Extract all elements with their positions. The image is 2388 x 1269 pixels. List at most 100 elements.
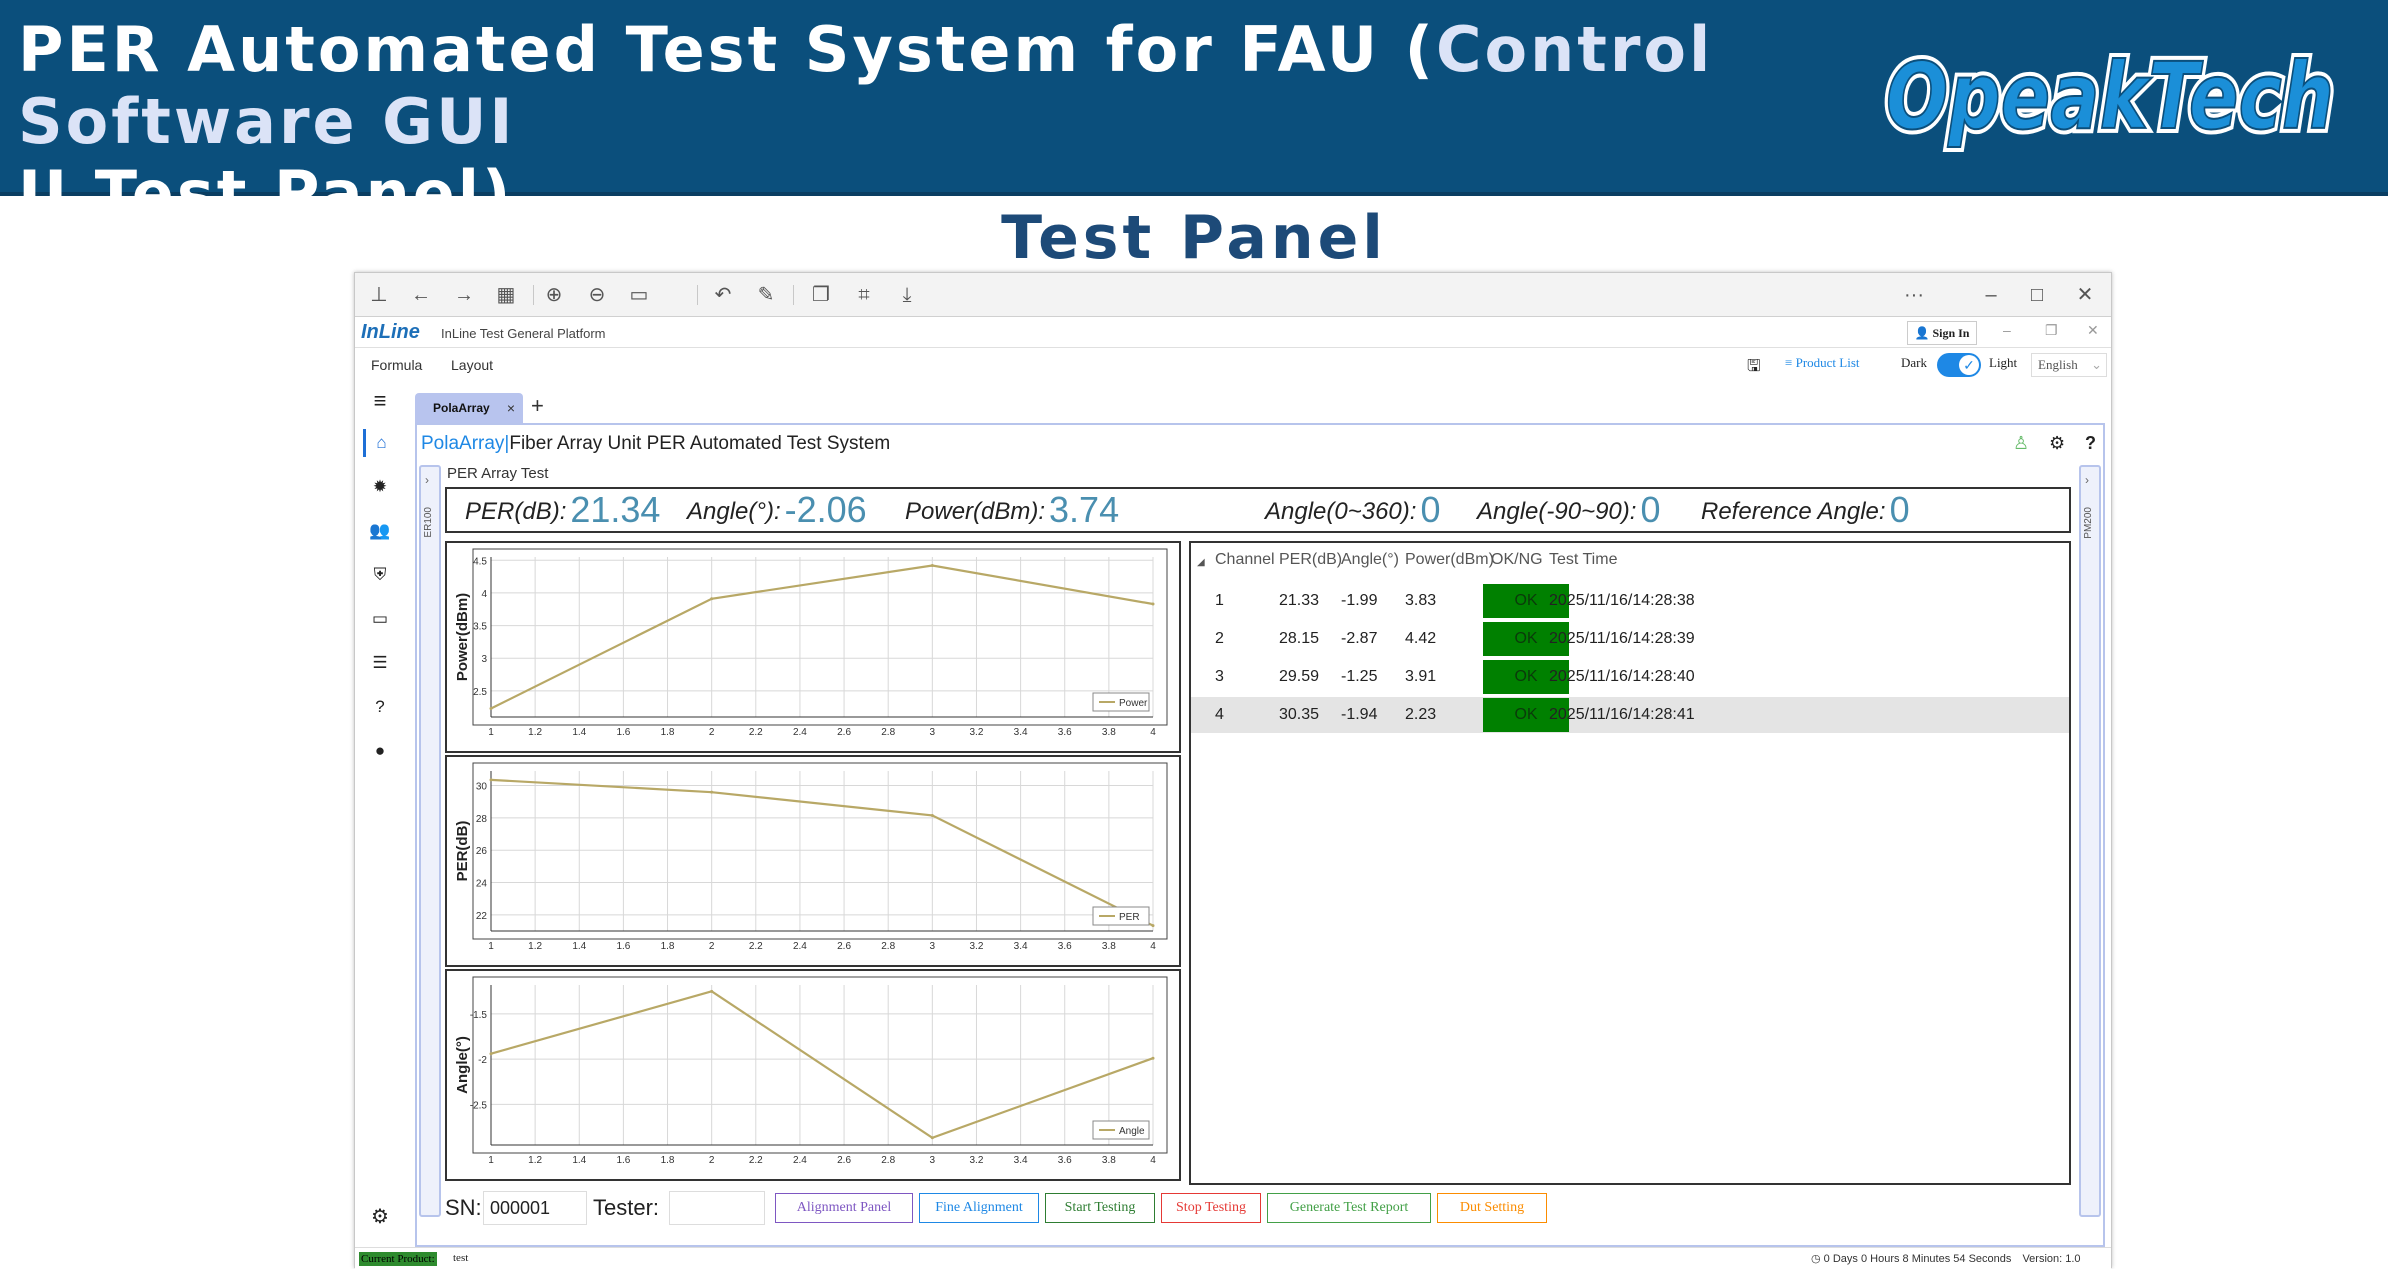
- devices-icon[interactable]: ▭: [363, 605, 397, 633]
- y-tick-label: 4: [481, 589, 487, 600]
- save-icon[interactable]: ⤓: [893, 281, 921, 309]
- crop-icon[interactable]: ⌗: [850, 281, 878, 309]
- cell-time: 2025/11/16/14:28:40: [1549, 668, 1695, 685]
- forward-icon[interactable]: →: [450, 281, 478, 309]
- grid-icon[interactable]: ▦: [492, 281, 520, 309]
- hamburger-icon[interactable]: ≡: [363, 387, 397, 415]
- left-instrument-rail[interactable]: › ER100: [419, 465, 441, 1217]
- stop-testing-button[interactable]: Stop Testing: [1161, 1193, 1261, 1223]
- cell-channel: 4: [1215, 706, 1224, 723]
- more-icon[interactable]: ···: [1900, 281, 1928, 309]
- maximize-icon[interactable]: □: [2023, 281, 2051, 309]
- settings-icon[interactable]: ⚙: [363, 1203, 397, 1231]
- tab-polaarray[interactable]: PolaArray ×: [415, 393, 523, 423]
- x-tick-label: 1.2: [528, 941, 542, 952]
- sn-input[interactable]: [483, 1191, 587, 1225]
- column-header[interactable]: Channel: [1215, 551, 1275, 569]
- menu-formula[interactable]: Formula: [371, 357, 422, 373]
- database-icon[interactable]: ☰: [363, 649, 397, 677]
- pin-icon[interactable]: ⊥: [365, 281, 393, 309]
- edit-icon[interactable]: ✎: [752, 281, 780, 309]
- gear-icon[interactable]: ⚙: [2049, 433, 2065, 454]
- column-header[interactable]: Angle(°): [1341, 551, 1399, 569]
- generate-report-button[interactable]: Generate Test Report: [1267, 1193, 1431, 1223]
- readout-value: 0: [1640, 489, 1661, 530]
- save-file-icon[interactable]: 🖫: [1747, 355, 1761, 382]
- table-row[interactable]: 1 21.33 -1.99 3.83 OK 2025/11/16/14:28:3…: [1191, 583, 2069, 619]
- app-restore-icon[interactable]: ❐: [2045, 322, 2058, 339]
- rotate-icon[interactable]: ↶: [709, 281, 737, 309]
- column-header[interactable]: Test Time: [1549, 551, 1617, 569]
- zoom-out-icon[interactable]: ⊖: [583, 281, 611, 309]
- users-icon[interactable]: 👥: [363, 517, 397, 545]
- product-list-button[interactable]: ≡ Product List: [1785, 355, 1860, 371]
- toolbar-separator: [533, 285, 534, 305]
- y-tick-label: 28: [476, 814, 488, 825]
- add-tab-button[interactable]: +: [531, 393, 544, 419]
- sort-icon[interactable]: ◢: [1197, 557, 1205, 568]
- close-icon[interactable]: ✕: [2071, 281, 2099, 309]
- shield-icon[interactable]: ⛨: [363, 561, 397, 589]
- uptime: ◷ 0 Days 0 Hours 8 Minutes 54 Seconds Ve…: [1811, 1252, 2081, 1265]
- table-row[interactable]: 3 29.59 -1.25 3.91 OK 2025/11/16/14:28:4…: [1191, 659, 2069, 695]
- question-icon[interactable]: ?: [2085, 433, 2096, 454]
- language-select[interactable]: English ⌄: [2031, 353, 2107, 377]
- cell-angle: -2.87: [1341, 630, 1378, 647]
- cell-per: 28.15: [1279, 630, 1320, 647]
- readout-angle-360: Angle(0~360): 0: [1265, 489, 1440, 531]
- menu-layout[interactable]: Layout: [451, 357, 493, 373]
- table-row[interactable]: 2 28.15 -2.87 4.42 OK 2025/11/16/14:28:3…: [1191, 621, 2069, 657]
- start-testing-button[interactable]: Start Testing: [1045, 1193, 1155, 1223]
- column-header[interactable]: OK/NG: [1491, 551, 1543, 569]
- column-header[interactable]: Power(dBm): [1405, 551, 1494, 569]
- x-tick-label: 4: [1150, 1155, 1156, 1166]
- readout-angle: Angle(°): -2.06: [687, 489, 867, 531]
- column-header[interactable]: PER(dB): [1279, 551, 1342, 569]
- data-point: [1151, 1056, 1155, 1060]
- left-rail-label: ER100: [423, 507, 434, 538]
- back-icon[interactable]: ←: [407, 281, 435, 309]
- cell-angle: -1.99: [1341, 592, 1378, 609]
- power-chart-svg: 1 1.2 1.4 1.6 1.8 2 2.2 2.4 2.6 2.8 3 3.2 3.4 3.6 3.8 4…: [454, 548, 1168, 738]
- banner: PER Automated Test System for FAU (Contr…: [0, 0, 2388, 230]
- x-tick-label: 2.6: [837, 941, 851, 952]
- y-tick-label: -1.5: [470, 1010, 488, 1021]
- sign-in-button[interactable]: 👤 Sign In: [1907, 321, 1977, 345]
- opeaktech-logo: OpeakTech OpeakTech: [1881, 38, 2339, 154]
- tab-label: PolaArray: [433, 401, 490, 415]
- home-icon[interactable]: ⌂: [363, 429, 397, 457]
- x-tick-label: 3.2: [970, 1155, 984, 1166]
- chevron-right-icon: ›: [425, 473, 429, 487]
- readout-per: PER(dB): 21.34: [465, 489, 660, 531]
- x-tick-label: 3.8: [1102, 941, 1116, 952]
- x-tick-label: 3.2: [970, 941, 984, 952]
- copy-icon[interactable]: ❐: [807, 281, 835, 309]
- bug-icon[interactable]: ✹: [363, 473, 397, 501]
- cell-power: 2.23: [1405, 706, 1437, 723]
- right-instrument-rail[interactable]: › PM200: [2079, 465, 2101, 1217]
- alignment-panel-button[interactable]: Alignment Panel: [775, 1193, 913, 1223]
- help-icon[interactable]: ?: [363, 693, 397, 721]
- table-row-selected[interactable]: 4 30.35 -1.94 2.23 OK 2025/11/16/14:28:4…: [1191, 697, 2069, 733]
- svg-text:OpeakTech: OpeakTech: [1886, 43, 2334, 150]
- tester-input[interactable]: [669, 1191, 765, 1225]
- dut-setting-button[interactable]: Dut Setting: [1437, 1193, 1547, 1223]
- fine-alignment-button[interactable]: Fine Alignment: [919, 1193, 1039, 1223]
- x-tick-label: 3.8: [1102, 1155, 1116, 1166]
- cell-time: 2025/11/16/14:28:38: [1549, 592, 1695, 609]
- readout-value: 3.74: [1049, 489, 1120, 530]
- zoom-in-icon[interactable]: ⊕: [540, 281, 568, 309]
- info-icon[interactable]: ●: [363, 737, 397, 765]
- y-tick-label: 22: [476, 911, 488, 922]
- user-status-icon[interactable]: ♙: [2013, 433, 2029, 454]
- x-tick-label: 2.6: [837, 1155, 851, 1166]
- theme-toggle[interactable]: ✓: [1937, 353, 1981, 377]
- x-tick-label: 2.6: [837, 727, 851, 738]
- app-minimize-icon[interactable]: –: [2003, 322, 2011, 338]
- app-name: InLine Test General Platform: [441, 326, 606, 341]
- fit-icon[interactable]: ▭: [625, 281, 653, 309]
- app-close-icon[interactable]: ✕: [2087, 322, 2099, 339]
- minimize-icon[interactable]: –: [1977, 281, 2005, 309]
- x-tick-label: 2.4: [793, 1155, 807, 1166]
- tab-close-icon[interactable]: ×: [507, 393, 515, 423]
